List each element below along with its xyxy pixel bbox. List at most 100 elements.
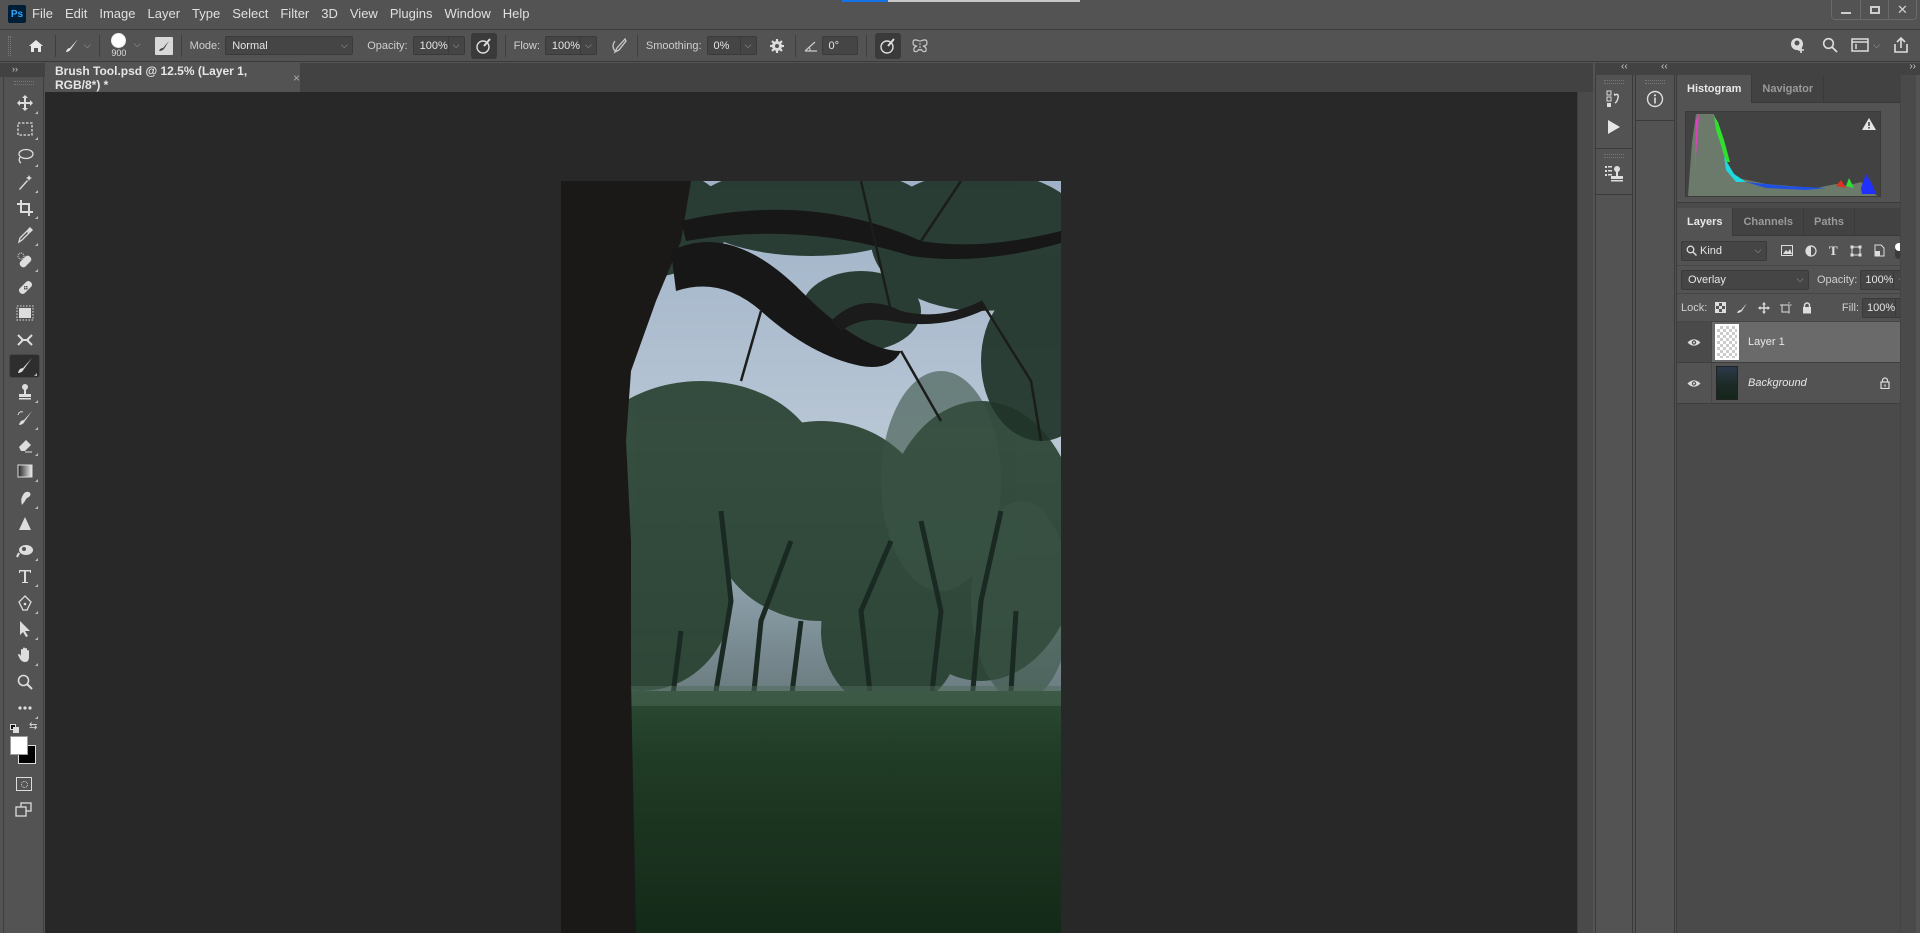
menu-select[interactable]: Select <box>226 0 274 28</box>
toolbar-expand-button[interactable]: ›› <box>0 63 45 77</box>
menu-file[interactable]: File <box>26 0 59 28</box>
brush-tool[interactable] <box>9 354 40 378</box>
menu-edit[interactable]: Edit <box>59 0 93 28</box>
home-button[interactable] <box>25 35 47 57</box>
opacity-field[interactable]: 100% ⌵ <box>412 36 465 55</box>
right-panel-scrollbar[interactable] <box>1900 75 1916 933</box>
symmetry-button[interactable] <box>909 35 931 57</box>
filter-type-layers-icon[interactable]: T <box>1829 243 1838 259</box>
toolbar-grip[interactable] <box>13 81 34 85</box>
layer-filter-select[interactable]: Kind ⌵ <box>1681 240 1767 261</box>
swap-colors-icon[interactable]: ⇆ <box>29 721 37 732</box>
lock-position-icon[interactable] <box>1758 301 1771 314</box>
sharpen-tool[interactable] <box>9 512 40 536</box>
hand-tool[interactable] <box>9 643 40 667</box>
lock-artboard-icon[interactable] <box>1780 301 1793 314</box>
actions-panel-button[interactable] <box>1596 114 1632 140</box>
mode-select[interactable]: Normal ⌵ <box>225 36 354 55</box>
collapse-dock-2-icon[interactable]: ‹‹ <box>1661 61 1668 72</box>
crop-tool[interactable] <box>9 196 40 220</box>
share-account-button[interactable] <box>1787 34 1809 56</box>
warning-icon[interactable] <box>1862 118 1876 130</box>
smoothing-options-button[interactable] <box>767 36 787 56</box>
patch-tool[interactable] <box>9 301 40 325</box>
document-tab[interactable]: Brush Tool.psd @ 12.5% (Layer 1, RGB/8*)… <box>45 63 300 92</box>
content-aware-move-tool[interactable] <box>9 328 40 352</box>
collapse-dock-1-icon[interactable]: ‹‹ <box>1621 61 1628 72</box>
search-button[interactable] <box>1819 34 1841 56</box>
document-canvas-image[interactable] <box>561 181 1061 933</box>
brush-preset-picker[interactable]: 900 ⌵ <box>108 31 141 61</box>
close-tab-icon[interactable]: × <box>293 71 300 85</box>
app-logo[interactable]: Ps <box>8 5 26 23</box>
flow-field[interactable]: 100% ⌵ <box>544 36 597 55</box>
type-tool[interactable] <box>9 564 40 588</box>
menu-image[interactable]: Image <box>93 0 141 28</box>
tab-histogram[interactable]: Histogram <box>1677 75 1753 103</box>
clone-stamp-tool[interactable] <box>9 380 40 404</box>
info-panel-button[interactable] <box>1636 84 1674 114</box>
layer-visibility-toggle[interactable] <box>1677 338 1711 347</box>
airbrush-toggle[interactable] <box>607 35 629 57</box>
quick-mask-button[interactable] <box>16 777 32 792</box>
canvas-area[interactable] <box>45 92 1577 933</box>
blend-mode-select[interactable]: Overlay ⌵ <box>1681 269 1809 290</box>
rectangular-marquee-tool[interactable] <box>9 117 40 141</box>
clone-source-panel-button[interactable] <box>1596 158 1632 188</box>
gradient-tool[interactable] <box>9 459 40 483</box>
layer-row-layer-1[interactable]: Layer 1 <box>1677 322 1916 363</box>
tab-layers[interactable]: Layers <box>1677 208 1734 236</box>
eraser-tool[interactable] <box>9 433 40 457</box>
lock-image-pixels-icon[interactable] <box>1736 302 1748 314</box>
tool-preset-picker[interactable]: ⌵ <box>64 38 91 54</box>
menu-type[interactable]: Type <box>186 0 226 28</box>
filter-shape-layers-icon[interactable] <box>1850 245 1862 257</box>
pressure-opacity-toggle[interactable] <box>470 32 497 59</box>
zoom-tool[interactable] <box>9 670 40 694</box>
maximize-button[interactable] <box>1860 0 1888 19</box>
menu-layer[interactable]: Layer <box>142 0 187 28</box>
vertical-scrollbar[interactable] <box>1577 92 1593 933</box>
menu-3d[interactable]: 3D <box>315 0 344 28</box>
tab-paths[interactable]: Paths <box>1804 208 1855 236</box>
tab-navigator[interactable]: Navigator <box>1752 75 1825 103</box>
smoothing-field[interactable]: 0% ⌵ <box>706 36 757 55</box>
options-bar-grip[interactable] <box>8 35 11 56</box>
spot-healing-tool[interactable] <box>9 249 40 273</box>
layer-visibility-toggle[interactable] <box>1677 379 1711 388</box>
lock-all-icon[interactable] <box>1802 301 1812 314</box>
brush-settings-panel-toggle[interactable] <box>154 36 173 55</box>
dodge-tool[interactable] <box>9 538 40 562</box>
workspace-switcher[interactable]: ⌵ <box>1851 34 1880 56</box>
menu-plugins[interactable]: Plugins <box>384 0 439 28</box>
menu-view[interactable]: View <box>344 0 384 28</box>
brush-angle-field[interactable]: 0° <box>821 36 858 55</box>
lasso-tool[interactable] <box>9 144 40 168</box>
expand-panels-icon[interactable]: ›› <box>1909 61 1916 72</box>
screen-mode-button[interactable] <box>15 802 33 818</box>
tab-channels[interactable]: Channels <box>1733 208 1804 236</box>
filter-pixel-layers-icon[interactable] <box>1781 245 1793 256</box>
healing-brush-tool[interactable] <box>9 275 40 299</box>
history-brush-tool[interactable] <box>9 407 40 431</box>
menu-filter[interactable]: Filter <box>274 0 315 28</box>
eyedropper-tool[interactable] <box>9 223 40 247</box>
layer-row-background[interactable]: Background <box>1677 363 1916 404</box>
share-button[interactable] <box>1890 34 1912 56</box>
filter-adjustment-layers-icon[interactable] <box>1805 244 1817 257</box>
lock-transparent-pixels-icon[interactable] <box>1715 302 1727 313</box>
history-panel-button[interactable] <box>1596 84 1632 114</box>
pen-tool[interactable] <box>9 591 40 615</box>
minimize-button[interactable] <box>1832 0 1860 19</box>
menu-window[interactable]: Window <box>438 0 496 28</box>
menu-help[interactable]: Help <box>497 0 536 28</box>
smudge-tool[interactable] <box>9 486 40 510</box>
move-tool[interactable] <box>9 91 40 115</box>
path-selection-tool[interactable] <box>9 617 40 641</box>
pressure-size-toggle[interactable] <box>874 32 901 59</box>
filter-smart-objects-icon[interactable] <box>1874 244 1885 257</box>
background-color-swatch[interactable] <box>10 736 28 756</box>
magic-wand-tool[interactable] <box>9 170 40 194</box>
edit-toolbar[interactable] <box>9 696 40 720</box>
close-window-button[interactable]: ✕ <box>1888 0 1916 19</box>
